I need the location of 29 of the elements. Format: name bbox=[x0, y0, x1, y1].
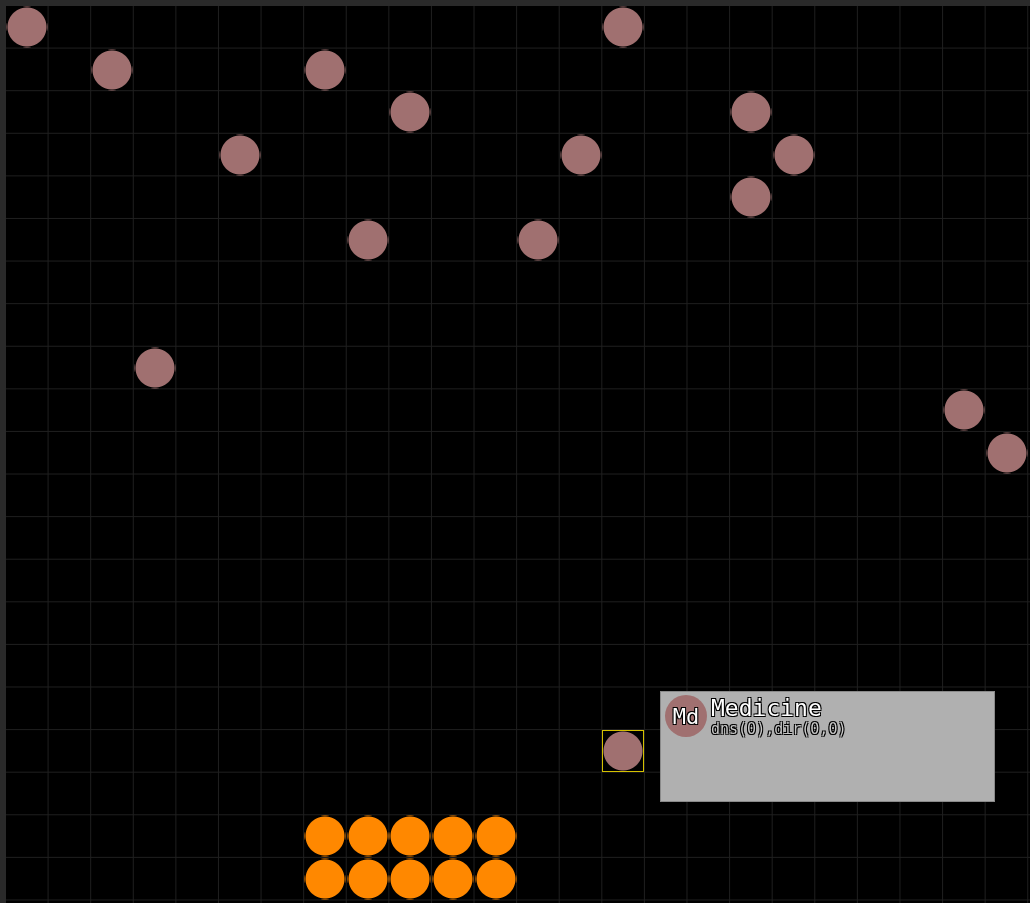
medicine-token[interactable] bbox=[602, 6, 645, 48]
medicine-token[interactable] bbox=[133, 346, 176, 389]
medicine-token[interactable] bbox=[91, 48, 134, 91]
medicine-token[interactable] bbox=[517, 219, 560, 261]
unit-token[interactable] bbox=[389, 858, 432, 900]
item-name: Medicine bbox=[711, 695, 823, 721]
medicine-token[interactable] bbox=[219, 133, 261, 176]
medicine-token[interactable] bbox=[730, 176, 773, 219]
unit-token[interactable] bbox=[432, 815, 474, 858]
medicine-token[interactable] bbox=[6, 6, 48, 48]
medicine-token[interactable] bbox=[346, 219, 389, 261]
medicine-token[interactable] bbox=[985, 432, 1028, 474]
unit-token[interactable] bbox=[304, 815, 347, 858]
medicine-token[interactable] bbox=[559, 133, 602, 176]
medicine-token[interactable] bbox=[602, 730, 645, 773]
medicine-token[interactable] bbox=[304, 48, 347, 91]
medicine-symbol: Md bbox=[665, 695, 707, 737]
unit-token[interactable] bbox=[474, 815, 517, 858]
unit-token[interactable] bbox=[474, 858, 517, 900]
medicine-token[interactable] bbox=[943, 389, 986, 432]
unit-token[interactable] bbox=[346, 815, 389, 858]
unit-token[interactable] bbox=[304, 858, 347, 900]
medicine-token[interactable] bbox=[389, 91, 432, 134]
medicine-token[interactable] bbox=[730, 91, 773, 134]
medicine-token[interactable] bbox=[772, 133, 815, 176]
unit-token[interactable] bbox=[346, 858, 389, 900]
unit-token[interactable] bbox=[432, 858, 474, 900]
item-detail: dns(0),dir(0,0) bbox=[711, 721, 847, 737]
unit-token[interactable] bbox=[389, 815, 432, 858]
